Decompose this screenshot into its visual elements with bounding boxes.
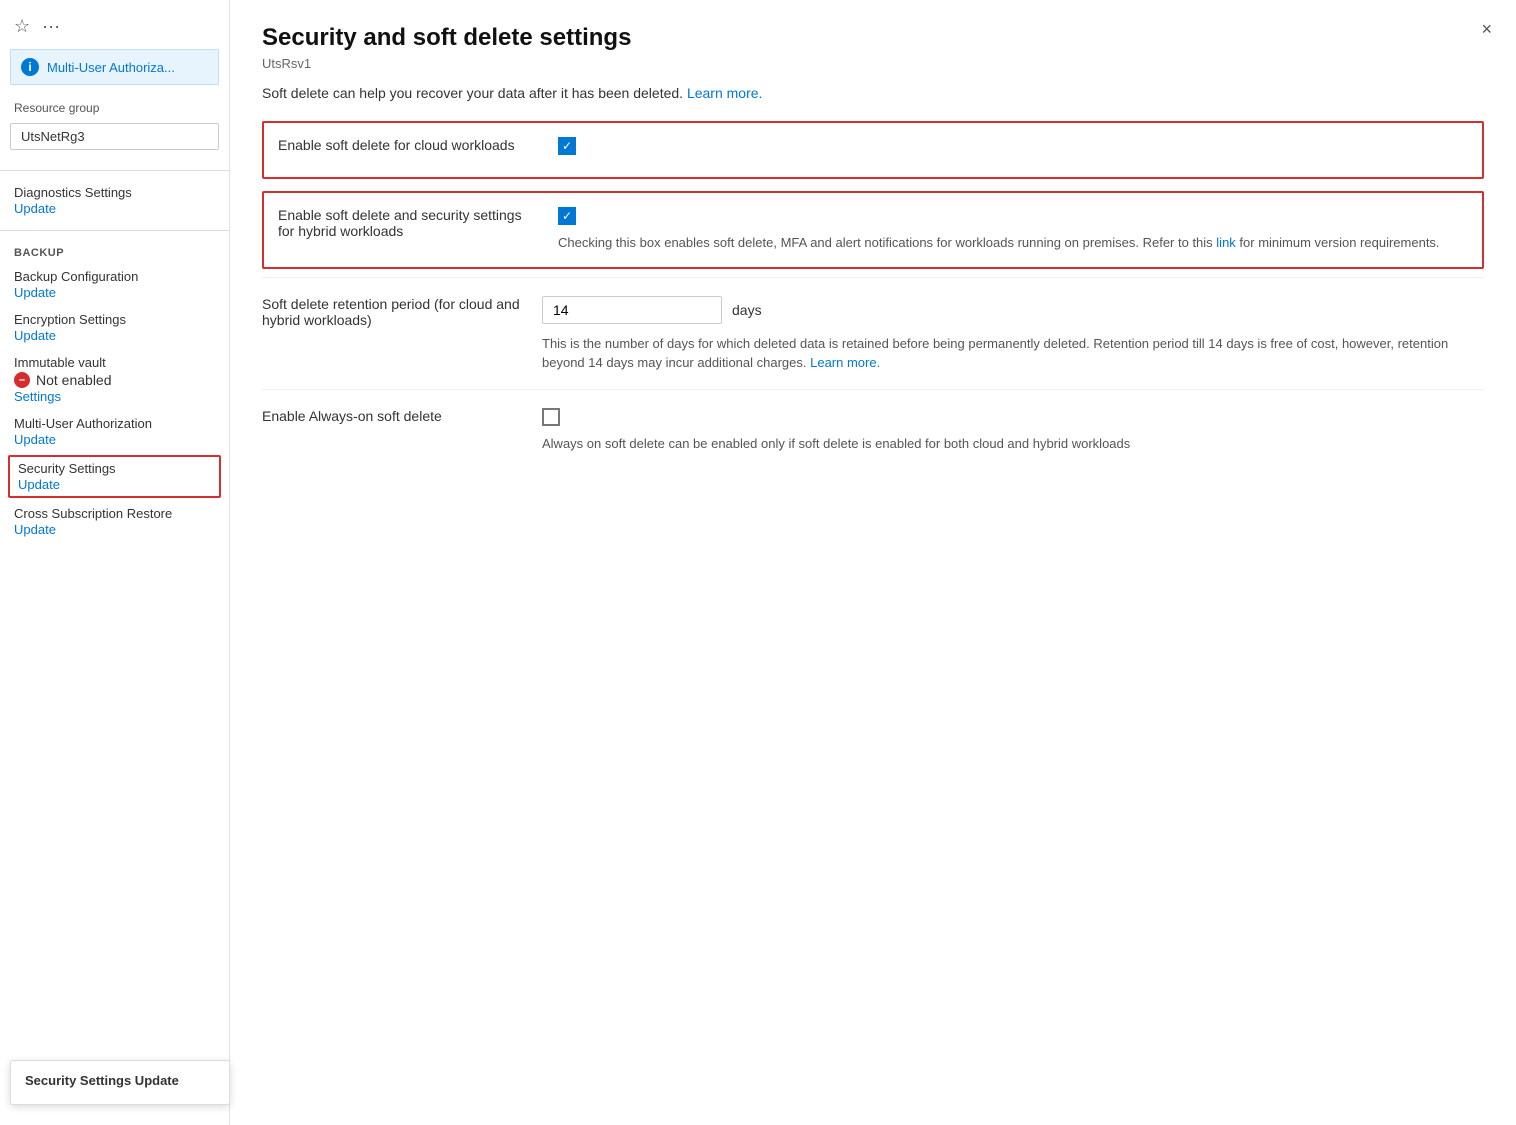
backup-section-label: BACKUP bbox=[0, 239, 229, 263]
hybrid-workloads-description: Checking this box enables soft delete, M… bbox=[558, 233, 1468, 253]
cross-sub-update-link[interactable]: Update bbox=[14, 522, 56, 537]
diagnostics-update-link[interactable]: Update bbox=[14, 201, 56, 216]
resource-group-label: Resource group bbox=[0, 97, 229, 119]
sidebar-item-cross-sub: Cross Subscription Restore Update bbox=[0, 500, 229, 543]
encryption-label: Encryption Settings bbox=[14, 312, 215, 327]
sidebar-top-actions: ☆ ··· bbox=[0, 8, 229, 49]
always-on-checkbox-row bbox=[542, 408, 1484, 426]
cloud-workloads-checkmark: ✓ bbox=[562, 140, 572, 152]
intro-text: Soft delete can help you recover your da… bbox=[262, 85, 1484, 101]
panel-title: Security and soft delete settings bbox=[262, 24, 1484, 52]
hybrid-workloads-row: Enable soft delete and security settings… bbox=[262, 191, 1484, 269]
sidebar-item-immutable: Immutable vault Not enabled Settings bbox=[0, 349, 229, 410]
sidebar-info-text: Multi-User Authoriza... bbox=[47, 60, 175, 75]
notification-toast: Security Settings Update bbox=[10, 1060, 230, 1105]
always-on-checkbox[interactable] bbox=[542, 408, 560, 426]
hybrid-workloads-checkmark: ✓ bbox=[562, 210, 572, 222]
notification-area: Security Settings Update bbox=[10, 1060, 230, 1105]
retention-input[interactable] bbox=[542, 296, 722, 324]
mua-update-link[interactable]: Update bbox=[14, 432, 56, 447]
sidebar-divider bbox=[0, 170, 229, 171]
cross-sub-label: Cross Subscription Restore bbox=[14, 506, 215, 521]
not-enabled-icon bbox=[14, 372, 30, 388]
sidebar-item-diagnostics: Diagnostics Settings Update bbox=[0, 179, 229, 222]
cloud-workloads-checkbox-row: ✓ bbox=[558, 137, 1468, 155]
retention-input-row: days bbox=[542, 296, 1484, 324]
hybrid-workloads-checkbox-row: ✓ bbox=[558, 207, 1468, 225]
mua-label: Multi-User Authorization bbox=[14, 416, 215, 431]
immutable-status: Not enabled bbox=[14, 372, 215, 388]
cloud-workloads-row: Enable soft delete for cloud workloads ✓ bbox=[262, 121, 1484, 179]
backup-config-update-link[interactable]: Update bbox=[14, 285, 56, 300]
hybrid-workloads-label: Enable soft delete and security settings… bbox=[278, 207, 558, 239]
panel-subtitle: UtsRsv1 bbox=[262, 56, 1484, 71]
cloud-workloads-checkbox[interactable]: ✓ bbox=[558, 137, 576, 155]
sidebar-item-encryption: Encryption Settings Update bbox=[0, 306, 229, 349]
retention-row: Soft delete retention period (for cloud … bbox=[262, 277, 1484, 389]
diagnostics-label: Diagnostics Settings bbox=[14, 185, 215, 200]
main-panel: × Security and soft delete settings UtsR… bbox=[230, 0, 1516, 1125]
always-on-row: Enable Always-on soft delete Always on s… bbox=[262, 389, 1484, 470]
always-on-description: Always on soft delete can be enabled onl… bbox=[542, 434, 1484, 454]
immutable-label: Immutable vault bbox=[14, 355, 215, 370]
immutable-settings-link[interactable]: Settings bbox=[14, 389, 61, 404]
hybrid-link[interactable]: link bbox=[1216, 235, 1236, 250]
more-icon[interactable]: ··· bbox=[42, 16, 60, 37]
always-on-label: Enable Always-on soft delete bbox=[262, 408, 542, 424]
sidebar-info-banner[interactable]: i Multi-User Authoriza... bbox=[10, 49, 219, 85]
star-icon[interactable]: ☆ bbox=[14, 16, 30, 37]
intro-learn-more-link[interactable]: Learn more. bbox=[687, 85, 762, 101]
info-icon: i bbox=[21, 58, 39, 76]
backup-config-label: Backup Configuration bbox=[14, 269, 215, 284]
hybrid-workloads-checkbox[interactable]: ✓ bbox=[558, 207, 576, 225]
cloud-workloads-label: Enable soft delete for cloud workloads bbox=[278, 137, 558, 153]
resource-group-value: UtsNetRg3 bbox=[10, 123, 219, 150]
retention-unit-label: days bbox=[732, 302, 762, 318]
encryption-update-link[interactable]: Update bbox=[14, 328, 56, 343]
sidebar-item-backup-config: Backup Configuration Update bbox=[0, 263, 229, 306]
retention-control: days This is the number of days for whic… bbox=[542, 296, 1484, 373]
sidebar: ☆ ··· i Multi-User Authoriza... Resource… bbox=[0, 0, 230, 1125]
toast-title: Security Settings Update bbox=[25, 1073, 215, 1088]
sidebar-item-security: Security Settings Update bbox=[8, 455, 221, 498]
close-button[interactable]: × bbox=[1481, 20, 1492, 38]
cloud-workloads-control: ✓ bbox=[558, 137, 1468, 163]
retention-label: Soft delete retention period (for cloud … bbox=[262, 296, 542, 328]
sidebar-backup-divider bbox=[0, 230, 229, 231]
retention-learn-more-link[interactable]: Learn more. bbox=[810, 355, 880, 370]
always-on-control: Always on soft delete can be enabled onl… bbox=[542, 408, 1484, 454]
retention-description: This is the number of days for which del… bbox=[542, 334, 1484, 373]
security-settings-label: Security Settings bbox=[18, 461, 211, 476]
hybrid-workloads-control: ✓ Checking this box enables soft delete,… bbox=[558, 207, 1468, 253]
sidebar-item-mua: Multi-User Authorization Update bbox=[0, 410, 229, 453]
not-enabled-text: Not enabled bbox=[36, 372, 112, 388]
security-update-link[interactable]: Update bbox=[18, 477, 60, 492]
